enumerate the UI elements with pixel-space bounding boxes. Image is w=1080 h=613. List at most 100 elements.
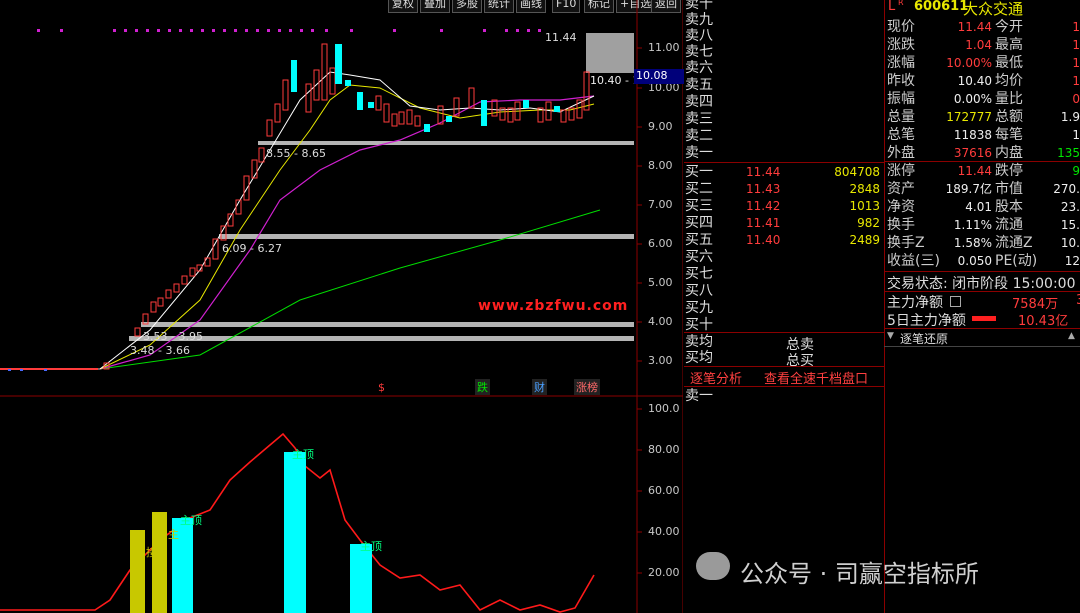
quote-field-label: 均价 xyxy=(995,73,1023,89)
price-label: 4.00 xyxy=(648,315,673,328)
footer-watermark: 公众号 · 司赢空指标所 xyxy=(740,560,979,588)
quote-field-value: 10.00% xyxy=(946,56,992,70)
bar-label: 主顶 xyxy=(292,448,314,461)
price-label: 9.00 xyxy=(648,120,673,133)
indicator-bar xyxy=(350,544,372,613)
five-day-net-value: 10.43亿 xyxy=(1018,314,1069,329)
ma20-line xyxy=(99,95,595,370)
bid-volume: 804708 xyxy=(834,165,880,179)
bar-label: 接 xyxy=(146,546,157,559)
quote-field-label: 振幅 xyxy=(887,91,915,107)
avg-buy-label: 买均 xyxy=(685,350,713,366)
zone-bar xyxy=(129,336,634,341)
five-day-net-bar xyxy=(972,316,996,321)
quote-field-value: 1 xyxy=(1072,56,1080,70)
expand-icon[interactable]: ▲ xyxy=(1068,331,1075,341)
main-net-extra: 3 xyxy=(1076,293,1080,308)
quote-field-label: 涨停 xyxy=(887,163,915,179)
buy-level-label: 买三 xyxy=(685,198,713,214)
quote-field-label: 流通 xyxy=(995,217,1023,233)
sell-level-label: 卖九 xyxy=(685,12,713,28)
indicator-bar xyxy=(130,530,145,613)
price-label: 11.00 xyxy=(648,41,680,54)
zone-label: 6.09 - 6.27 xyxy=(222,242,282,255)
indicator-axis-label: 80.00 xyxy=(648,443,680,456)
current-price-tag: 10.08 xyxy=(634,69,684,84)
bid-price: 11.41 xyxy=(746,216,781,230)
candles xyxy=(103,43,590,370)
sell-level-label: 卖八 xyxy=(685,28,713,44)
tick-restore-header[interactable]: 逐笔还原 xyxy=(900,330,948,347)
sell-level-label: 卖五 xyxy=(685,77,713,93)
tab-full-depth[interactable]: 查看全速千档盘口 xyxy=(764,368,868,387)
event-marker[interactable]: 财 xyxy=(532,379,547,395)
bid-price: 11.44 xyxy=(746,165,781,179)
quote-field-label: 最高 xyxy=(995,37,1023,53)
event-marker[interactable]: $ xyxy=(378,381,385,394)
price-label: 3.00 xyxy=(648,354,673,367)
quote-field-value: 10.40 xyxy=(957,74,992,88)
stock-code: 600611 xyxy=(914,0,969,14)
quote-field-label: 跌停 xyxy=(995,163,1023,179)
zone-bar xyxy=(141,322,634,327)
quote-field-label: 现价 xyxy=(887,19,915,35)
quote-field-label: 市值 xyxy=(995,181,1023,197)
stock-name: 大众交通 xyxy=(963,0,1024,18)
quote-field-label: PE(动) xyxy=(995,253,1038,269)
quote-field-label: 股本 xyxy=(995,199,1023,215)
quote-field-value: 1.58% xyxy=(953,236,992,250)
bid-volume: 982 xyxy=(857,216,880,230)
quote-field-value: 11838 xyxy=(953,128,992,142)
info-icon[interactable] xyxy=(950,296,961,307)
sell-level-label: 卖一 xyxy=(685,145,713,161)
sell-level-label: 卖三 xyxy=(685,111,713,127)
sell-level-label: 卖六 xyxy=(685,60,713,76)
limit-up-box xyxy=(586,33,634,73)
quote-field-label: 昨收 xyxy=(887,73,915,89)
indicator-bar xyxy=(284,452,306,613)
zone-bar xyxy=(258,141,634,145)
quote-field-label: 流通Z xyxy=(995,235,1033,251)
wechat-icon xyxy=(696,552,730,580)
quote-field-label: 外盘 xyxy=(887,145,915,161)
quote-field-value: 4.01 xyxy=(965,200,992,214)
quote-field-label: 换手Z xyxy=(887,235,925,251)
quote-field-label: 涨幅 xyxy=(887,55,915,71)
quote-field-label: 总额 xyxy=(995,109,1023,125)
event-marker[interactable]: 跌 xyxy=(475,379,490,395)
buy-level-label: 买二 xyxy=(685,181,713,197)
buy-level-label: 买九 xyxy=(685,300,713,316)
bid-volume: 2489 xyxy=(849,233,880,247)
bar-label: 主顶 xyxy=(360,540,382,553)
sell-level-label: 卖四 xyxy=(685,94,713,110)
quote-field-value: 1 xyxy=(1072,128,1080,142)
quote-field-value: 0.00% xyxy=(953,92,992,106)
quote-field-label: 总笔 xyxy=(887,127,915,143)
sell-level-label: 卖二 xyxy=(685,128,713,144)
indicator-axis-label: 100.0 xyxy=(648,402,680,415)
tab-tick-analysis[interactable]: 逐笔分析 xyxy=(690,368,742,387)
buy-level-label: 买一 xyxy=(685,164,713,180)
price-label: 7.00 xyxy=(648,198,673,211)
quote-field-value: 10. xyxy=(1060,236,1080,250)
price-label: 5.00 xyxy=(648,276,673,289)
collapse-icon[interactable]: ▼ xyxy=(887,331,894,341)
trade-status: 交易状态: 闭市阶段 15:00:00 xyxy=(887,276,1076,292)
buy-level-label: 买八 xyxy=(685,283,713,299)
zone-label: 3.48 - 3.66 xyxy=(130,344,190,357)
quote-field-value: 135 xyxy=(1057,146,1080,160)
quote-field-label: 最低 xyxy=(995,55,1023,71)
quote-field-value: 0.050 xyxy=(957,254,992,268)
quote-field-value: 189.7亿 xyxy=(945,182,992,196)
price-label: 6.00 xyxy=(648,237,673,250)
signal-dots xyxy=(37,29,541,32)
bar-label: 主 xyxy=(168,528,179,541)
quote-field-value: 1.11% xyxy=(953,218,992,232)
five-day-net-label: 5日主力净额 xyxy=(887,313,966,329)
quote-field-value: 23. xyxy=(1060,200,1080,214)
buy-level-label: 买十 xyxy=(685,317,713,333)
event-marker[interactable]: 涨榜 xyxy=(574,379,600,395)
quote-field-label: 每笔 xyxy=(995,127,1023,143)
quote-field-value: 11.44 xyxy=(957,20,992,34)
quote-field-value: 15. xyxy=(1060,218,1080,232)
